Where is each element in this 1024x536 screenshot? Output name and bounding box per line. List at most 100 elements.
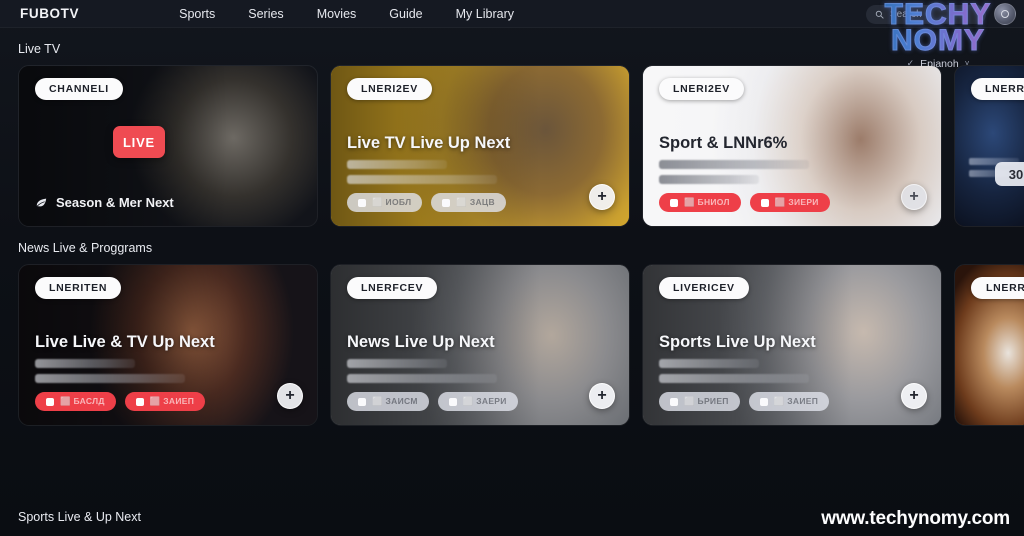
carousel-live-tv[interactable]: CHANNELI LIVE Season & Mer Next LNERI2EV (0, 65, 1024, 227)
card-title: Sports Live Up Next (659, 333, 816, 351)
card-news-1[interactable]: LNERITEN Live Live & TV Up Next ⬜ БАСЛД (18, 264, 318, 426)
add-to-library-button[interactable]: + (589, 383, 615, 409)
pill-icon (760, 198, 769, 207)
main-content: Live TV CHANNELI LIVE Season & Mer Next (0, 28, 1024, 426)
section-live-tv: Live TV CHANNELI LIVE Season & Mer Next (0, 28, 1024, 227)
card-title: Live Live & TV Up Next (35, 333, 215, 351)
pill-icon (759, 397, 768, 406)
card-pill-1[interactable]: ⬜ ЬРИЕП (659, 392, 740, 411)
brand-logo[interactable]: FUBOTV (20, 6, 79, 21)
card-text-block: Live TV Live Up Next ⬜ ИОБЛ ⬜ ЗАЦВ (347, 134, 575, 212)
card-live-tv-3[interactable]: LNERI2EV Sport & LNNr6% ⬜ БНИОЛ ⬜ ЗИЕРИ … (642, 65, 942, 227)
card-pill-1[interactable]: ⬜ ИОБЛ (347, 193, 423, 212)
search-icon (875, 10, 884, 19)
section-title-live-tv: Live TV (18, 42, 61, 56)
card-pill-group: ⬜ ЬРИЕП ⬜ ЗАИЕП (659, 392, 887, 411)
pill-icon (358, 198, 366, 207)
card-subtitle-1 (347, 160, 448, 169)
card-pill-1-label: ⬜ ЬРИЕП (684, 396, 729, 406)
pill-icon (46, 397, 54, 406)
card-subtitle-1 (347, 359, 448, 368)
card-text-block: Sports Live Up Next ⬜ ЬРИЕП ⬜ ЗАИЕП (659, 333, 887, 411)
card-news-4[interactable]: LNERRC (954, 264, 1024, 426)
card-pill-group: ⬜ БАСЛД ⬜ ЗАИЕП (35, 392, 263, 411)
pill-icon (442, 198, 451, 207)
live-badge[interactable]: LIVE (113, 126, 165, 158)
card-pill-2[interactable]: ⬜ ЗАИЕП (124, 392, 206, 411)
card-pill-2[interactable]: ⬜ ЗИЕРИ (749, 193, 830, 212)
card-subtitle-2 (347, 175, 498, 184)
section-news-live-programs: News Live & Proggrams LNERITEN Live Live… (0, 227, 1024, 426)
card-badge: LNERI2EV (347, 78, 432, 100)
card-pill-2-label: ⬜ ЗАЦВ (456, 197, 495, 207)
card-title: Live TV Live Up Next (347, 134, 511, 152)
card-subtitle-2 (35, 374, 186, 383)
card-subtitle-2 (659, 374, 810, 383)
card-pill-2[interactable]: ⬜ ЗАЕРИ (437, 392, 518, 411)
card-live-tv-1[interactable]: CHANNELI LIVE Season & Mer Next (18, 65, 318, 227)
pill-icon (670, 397, 678, 406)
search-placeholder: Search (890, 8, 922, 20)
card-badge: CHANNELI (35, 78, 123, 100)
card-subtitle-2 (347, 374, 498, 383)
card-caption: Season & Mer Next (56, 195, 174, 210)
avatar[interactable] (994, 3, 1016, 25)
card-pill-2[interactable]: ⬜ ЗАЦВ (431, 193, 506, 212)
card-subtitle-1 (659, 359, 760, 368)
card-badge: LIVERICEV (659, 277, 749, 299)
add-to-library-button[interactable]: + (901, 383, 927, 409)
card-pill-2-label: ⬜ ЗИЕРИ (774, 197, 819, 207)
main-nav: Sports Series Movies Guide My Library (179, 7, 514, 21)
nav-item-sports[interactable]: Sports (179, 7, 215, 21)
card-pill-1-label: ⬜ БАСЛД (60, 396, 105, 406)
card-text-block: Live Live & TV Up Next ⬜ БАСЛД ⬜ ЗАИЕП (35, 333, 263, 411)
card-news-3[interactable]: LIVERICEV Sports Live Up Next ⬜ ЬРИЕП ⬜ … (642, 264, 942, 426)
card-badge: LNERRW (971, 78, 1024, 100)
card-number-pill[interactable]: 30 (995, 162, 1024, 186)
section-title-sports-live-up-next: Sports Live & Up Next (18, 510, 141, 524)
card-badge: LNERITEN (35, 277, 122, 299)
search-input[interactable]: Search (866, 4, 986, 24)
card-pill-1[interactable]: ⬜ ЗАИСМ (347, 392, 429, 411)
add-to-library-button[interactable]: + (901, 184, 927, 210)
card-pill-2[interactable]: ⬜ ЗАИЕП (748, 392, 830, 411)
card-pill-1-label: ⬜ ИОБЛ (372, 197, 412, 207)
pill-icon (358, 397, 366, 406)
card-subtitle-2 (659, 175, 760, 184)
user-avatar-icon (1001, 10, 1009, 18)
card-pill-1[interactable]: ⬜ БАСЛД (35, 392, 116, 411)
top-navigation-bar: FUBOTV Sports Series Movies Guide My Lib… (0, 0, 1024, 28)
card-live-tv-4[interactable]: LNERRW 30 (954, 65, 1024, 227)
nav-item-series[interactable]: Series (248, 7, 283, 21)
add-to-library-button[interactable]: + (277, 383, 303, 409)
card-pill-1-label: ⬜ ЗАИСМ (372, 396, 418, 406)
pill-icon (135, 397, 144, 406)
card-badge: LNERFCEV (347, 277, 438, 299)
carousel-news[interactable]: LNERITEN Live Live & TV Up Next ⬜ БАСЛД (0, 264, 1024, 426)
card-title: Sport & LNNr6% (659, 134, 788, 152)
card-pill-group: ⬜ БНИОЛ ⬜ ЗИЕРИ (659, 193, 887, 212)
card-pill-1-label: ⬜ БНИОЛ (684, 197, 730, 207)
card-title: News Live Up Next (347, 333, 495, 351)
nav-item-my-library[interactable]: My Library (456, 7, 514, 21)
watermark-url: www.techynomy.com (821, 508, 1010, 529)
nav-item-movies[interactable]: Movies (317, 7, 357, 21)
card-subtitle-1 (659, 160, 810, 169)
card-news-2[interactable]: LNERFCEV News Live Up Next ⬜ ЗАИСМ ⬜ ЗАЕ… (330, 264, 630, 426)
add-to-library-button[interactable]: + (589, 184, 615, 210)
card-badge: LNERI2EV (659, 78, 744, 100)
card-text-block: News Live Up Next ⬜ ЗАИСМ ⬜ ЗАЕРИ (347, 333, 575, 411)
fubotv-app-window: FUBOTV Sports Series Movies Guide My Lib… (0, 0, 1024, 536)
card-pill-1[interactable]: ⬜ БНИОЛ (659, 193, 741, 212)
leaf-icon (36, 198, 47, 207)
nav-item-guide[interactable]: Guide (389, 7, 422, 21)
card-subtitle-1 (35, 359, 136, 368)
card-pill-group: ⬜ ИОБЛ ⬜ ЗАЦВ (347, 193, 575, 212)
section-title-news: News Live & Proggrams (18, 241, 153, 255)
card-text-block: Sport & LNNr6% ⬜ БНИОЛ ⬜ ЗИЕРИ (659, 134, 887, 212)
card-live-tv-2[interactable]: LNERI2EV Live TV Live Up Next ⬜ ИОБЛ ⬜ З… (330, 65, 630, 227)
card-caption-row: Season & Mer Next (35, 195, 174, 210)
card-badge: LNERRC (971, 277, 1024, 299)
pill-icon (448, 397, 457, 406)
pill-icon (670, 198, 678, 207)
